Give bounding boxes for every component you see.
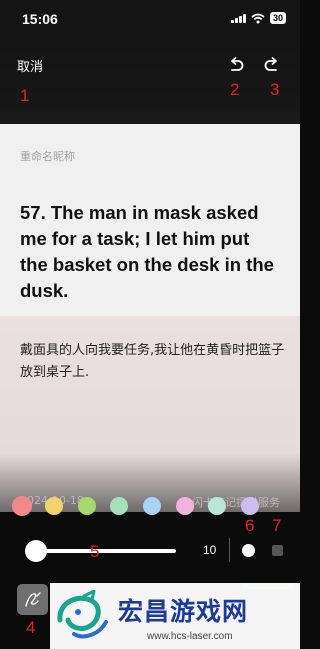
marker-6: 6: [245, 516, 255, 535]
brush-size-value: 10: [203, 543, 217, 557]
marker-2: 2: [230, 80, 240, 99]
card-answer-text: 戴面具的人向我要任务,我让他在黄昏时把篮子放到桌子上.: [20, 343, 285, 380]
marker-5: 5: [90, 542, 100, 561]
marker-7: 7: [272, 516, 282, 535]
color-swatch[interactable]: [78, 497, 96, 515]
status-time: 15:06: [22, 11, 58, 27]
marker-3: 3: [270, 80, 280, 99]
color-swatch[interactable]: [241, 497, 259, 515]
battery-icon: 30: [269, 12, 286, 24]
editor-toolbar: 取消: [0, 38, 300, 124]
round-brush-button[interactable]: [242, 544, 255, 557]
color-swatch[interactable]: [110, 497, 128, 515]
divider: [229, 538, 230, 562]
color-swatch[interactable]: [45, 497, 63, 515]
color-swatch[interactable]: [208, 497, 226, 515]
brush-size-slider[interactable]: [30, 549, 176, 553]
wifi-icon: [251, 13, 265, 23]
color-palette: [0, 496, 300, 521]
color-swatch[interactable]: [176, 497, 194, 515]
square-brush-button[interactable]: [272, 545, 283, 556]
card-question-text: 57. The man in mask asked me for a task;…: [20, 202, 274, 301]
marker-4: 4: [26, 618, 36, 637]
status-bar: 15:06 30: [0, 0, 300, 38]
status-icons: 30: [231, 12, 286, 24]
brush-size-slider-thumb[interactable]: [24, 540, 47, 562]
pen-tool-button[interactable]: [17, 584, 48, 615]
pen-icon: [25, 592, 41, 607]
cancel-button[interactable]: 取消: [17, 56, 43, 75]
rename-nickname-label[interactable]: 重命名昵称: [20, 148, 75, 164]
signal-icon: [231, 13, 246, 23]
watermark-url: www.hcs-laser.com: [147, 631, 233, 642]
color-swatch[interactable]: [143, 497, 161, 515]
color-swatch[interactable]: [12, 496, 32, 516]
dragon-logo-icon: [57, 590, 108, 639]
redo-icon[interactable]: [262, 55, 282, 75]
undo-icon[interactable]: [226, 55, 246, 75]
marker-1: 1: [20, 86, 30, 105]
watermark-title: 宏昌游戏网: [118, 597, 249, 626]
